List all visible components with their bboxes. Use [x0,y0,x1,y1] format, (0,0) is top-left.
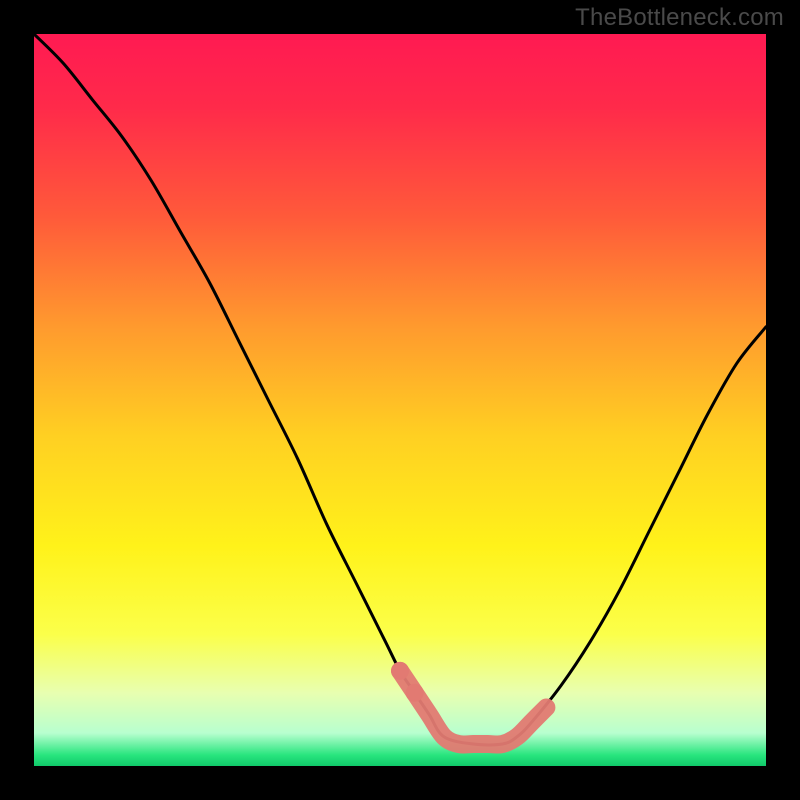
chart-frame: TheBottleneck.com [0,0,800,800]
plot-area [34,34,766,766]
gradient-background [34,34,766,766]
highlight-dot [391,662,409,680]
bottleneck-chart [0,0,800,800]
watermark-text: TheBottleneck.com [575,4,784,32]
highlight-dot [406,684,424,702]
